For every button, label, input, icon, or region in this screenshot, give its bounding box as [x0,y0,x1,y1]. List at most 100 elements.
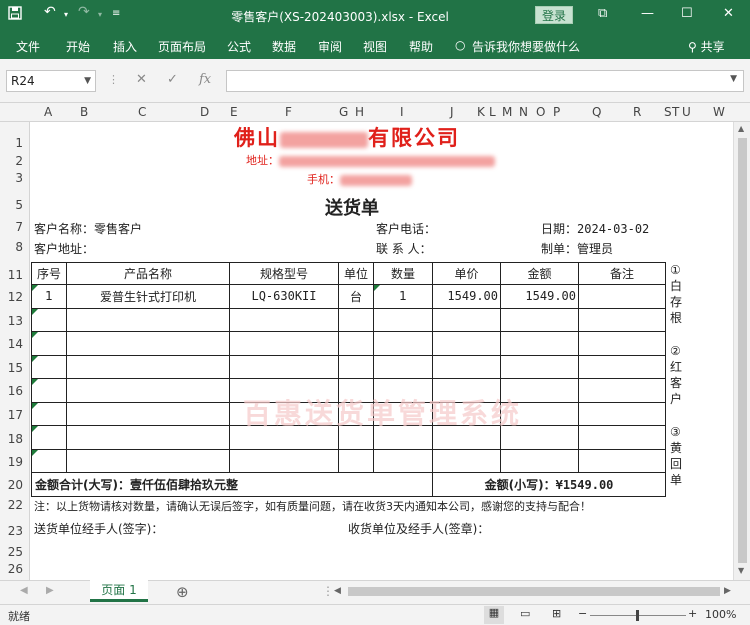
empty-cell[interactable] [31,378,67,403]
tab-home[interactable]: 开始 [66,38,90,55]
expand-formula-icon[interactable]: ▼ [730,74,737,84]
tab-formulas[interactable]: 公式 [227,38,251,55]
empty-cell[interactable] [432,448,501,473]
scroll-down-icon[interactable]: ▼ [738,566,744,575]
empty-cell[interactable] [500,307,579,332]
tab-page-layout[interactable]: 页面布局 [158,38,206,55]
empty-cell[interactable] [31,354,67,379]
empty-cell[interactable] [432,307,501,332]
zoom-in-icon[interactable]: + [688,607,697,620]
col-header-h[interactable]: H [355,105,364,119]
prev-sheet-icon[interactable]: ◀ [20,585,28,596]
empty-cell[interactable] [578,307,666,332]
login-button[interactable]: 登录 [535,6,573,24]
row-header[interactable]: 1 [15,136,23,150]
tab-help[interactable]: 帮助 [409,38,433,55]
empty-cell[interactable] [432,331,501,356]
item-name[interactable]: 爱普生针式打印机 [66,284,230,309]
empty-cell[interactable] [500,378,579,403]
col-header-k[interactable]: K [477,105,485,119]
empty-cell[interactable] [338,331,374,356]
col-header-d[interactable]: D [200,105,209,119]
item-amount[interactable]: 1549.00 [500,284,579,309]
close-icon[interactable]: ✕ [723,6,734,21]
empty-cell[interactable] [432,425,501,450]
empty-cell[interactable] [500,331,579,356]
split-handle-icon[interactable]: ⋮ [322,584,334,598]
header-price[interactable]: 单价 [432,262,501,285]
row-header[interactable]: 25 [8,545,23,559]
empty-cell[interactable] [500,425,579,450]
row-header[interactable]: 8 [15,240,23,254]
row-header[interactable]: 5 [15,198,23,212]
empty-cell[interactable] [578,425,666,450]
empty-cell[interactable] [229,354,339,379]
row-header[interactable]: 16 [8,384,23,398]
total-lower-cell[interactable]: 金额(小写)：¥1549.00 [432,472,666,497]
header-amount[interactable]: 金额 [500,262,579,285]
col-header-e[interactable]: E [230,105,238,119]
header-no[interactable]: 序号 [31,262,67,285]
empty-cell[interactable] [229,425,339,450]
empty-cell[interactable] [31,448,67,473]
col-header-q[interactable]: Q [592,105,601,119]
empty-cell[interactable] [66,448,230,473]
empty-cell[interactable] [66,307,230,332]
insert-function-icon[interactable]: fx [199,72,211,87]
row-header[interactable]: 2 [15,154,23,168]
name-box[interactable]: R24 ▼ [6,70,96,92]
minimize-icon[interactable]: — [641,6,654,21]
sender-signature[interactable]: 送货单位经手人(签字)： [34,520,163,537]
zoom-out-icon[interactable]: − [578,607,587,620]
col-header-l[interactable]: L [489,105,496,119]
col-header-u[interactable]: U [682,105,691,119]
empty-cell[interactable] [31,331,67,356]
empty-cell[interactable] [66,331,230,356]
empty-cell[interactable] [338,354,374,379]
empty-cell[interactable] [31,425,67,450]
empty-cell[interactable] [500,354,579,379]
tab-data[interactable]: 数据 [272,38,296,55]
empty-cell[interactable] [432,354,501,379]
worksheet-grid[interactable]: 佛山 有限公司 地址： 手机： 送货单 客户名称：零售客户 客户电话： 日期：20… [31,122,733,580]
col-header-c[interactable]: C [138,105,146,119]
empty-cell[interactable] [66,378,230,403]
col-header-j[interactable]: J [450,105,454,119]
zoom-slider-thumb[interactable] [636,610,639,621]
col-header-f[interactable]: F [285,105,292,119]
col-header-a[interactable]: A [44,105,52,119]
empty-cell[interactable] [373,425,433,450]
col-header-t[interactable]: T [672,105,679,119]
row-header[interactable]: 22 [8,498,23,512]
disclaimer-note[interactable]: 注：以上货物请核对数量，请确认无误后签字，如有质量问题，请在收货3天内通知本公司… [31,498,665,516]
empty-cell[interactable] [229,307,339,332]
tell-me-search[interactable]: 告诉我你想要做什么 [472,38,580,55]
sheet-tab-active[interactable]: 页面 1 [90,580,148,602]
empty-cell[interactable] [432,378,501,403]
empty-cell[interactable] [229,401,339,426]
item-note[interactable] [578,284,666,309]
item-model[interactable]: LQ-630KII [229,284,339,309]
header-product[interactable]: 产品名称 [66,262,230,285]
customer-name-value[interactable]: 零售客户 [94,222,142,236]
row-header[interactable]: 3 [15,171,23,185]
tab-review[interactable]: 审阅 [318,38,342,55]
col-header-o[interactable]: O [536,105,545,119]
empty-cell[interactable] [229,378,339,403]
col-header-n[interactable]: N [519,105,528,119]
header-unit[interactable]: 单位 [338,262,374,285]
row-header[interactable]: 18 [8,432,23,446]
empty-cell[interactable] [578,401,666,426]
empty-cell[interactable] [66,354,230,379]
empty-cell[interactable] [66,401,230,426]
col-header-b[interactable]: B [80,105,88,119]
empty-cell[interactable] [373,448,433,473]
header-note[interactable]: 备注 [578,262,666,285]
col-header-i[interactable]: I [400,105,404,119]
col-header-w[interactable]: W [713,105,725,119]
chevron-down-icon[interactable]: ▼ [84,71,91,91]
item-unit[interactable]: 台 [338,284,374,309]
page-layout-view-icon[interactable]: ▭ [520,607,530,620]
row-header[interactable]: 12 [8,290,23,304]
row-header[interactable]: 20 [8,478,23,492]
